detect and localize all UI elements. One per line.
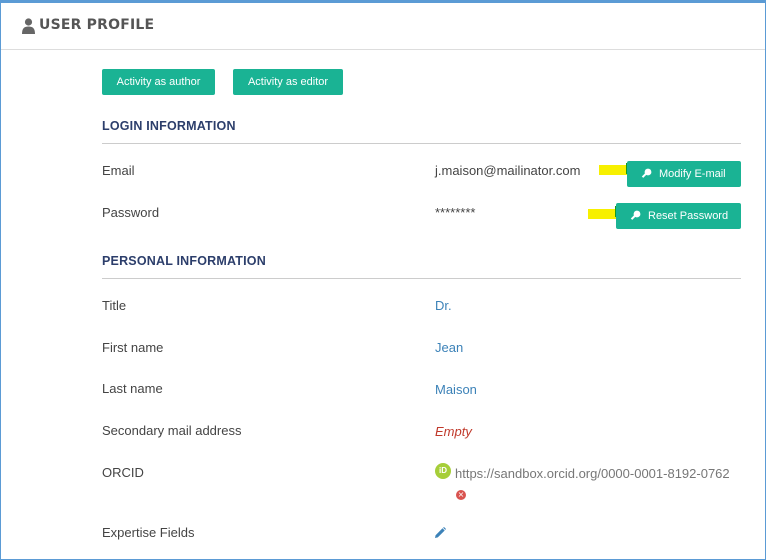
key-icon (641, 168, 652, 178)
email-label: Email (102, 163, 135, 178)
login-section-title: LOGIN INFORMATION (102, 119, 236, 133)
page-header: USER PROFILE (1, 3, 765, 50)
title-label: Title (102, 298, 127, 313)
reset-password-button[interactable]: Reset Password (616, 203, 741, 229)
modify-email-button[interactable]: Modify E-mail (627, 161, 741, 187)
first-name-value[interactable]: Jean (435, 340, 463, 355)
activity-as-editor-button[interactable]: Activity as editor (233, 69, 343, 95)
password-label: Password (102, 205, 160, 220)
login-divider (102, 143, 741, 144)
highlight-marker (599, 165, 629, 175)
activity-as-author-button[interactable]: Activity as author (102, 69, 215, 95)
password-value: ******** (435, 205, 476, 220)
secondary-mail-label: Secondary mail address (102, 423, 242, 438)
orcid-icon: iD (435, 463, 451, 479)
personal-divider (102, 278, 741, 279)
highlight-marker (588, 209, 618, 219)
reset-password-label: Reset Password (648, 210, 729, 222)
page-title: USER PROFILE (39, 17, 155, 33)
email-value: j.maison@mailinator.com (435, 163, 581, 178)
last-name-label: Last name (102, 381, 163, 396)
last-name-value[interactable]: Maison (435, 382, 477, 397)
orcid-label: ORCID (102, 465, 144, 480)
personal-section-title: PERSONAL INFORMATION (102, 254, 266, 268)
title-value[interactable]: Dr. (435, 298, 452, 313)
expertise-fields-label: Expertise Fields (102, 525, 195, 540)
modify-email-label: Modify E-mail (659, 168, 726, 180)
orcid-value[interactable]: https://sandbox.orcid.org/0000-0001-8192… (455, 466, 730, 481)
key-icon (630, 210, 641, 220)
user-icon (22, 18, 35, 34)
first-name-label: First name (102, 340, 164, 355)
secondary-mail-value[interactable]: Empty (435, 424, 472, 439)
remove-orcid-icon[interactable]: × (456, 490, 466, 500)
pencil-edit-icon[interactable] (434, 527, 446, 539)
